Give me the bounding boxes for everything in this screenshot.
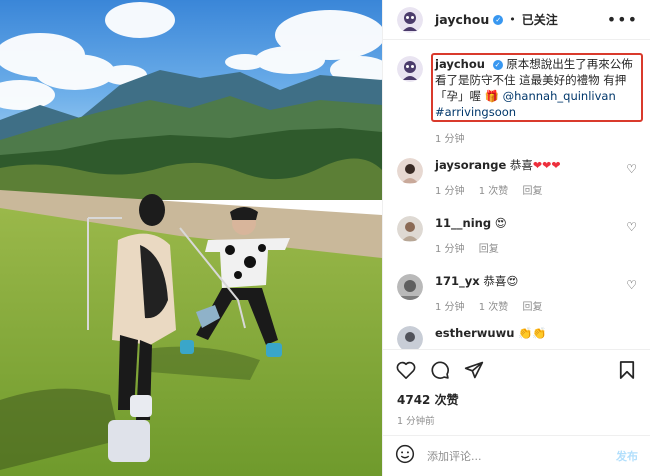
comments-section[interactable]: jaychou ✓ 原本想說出生了再來公佈 看了是防守不住 這最美好的禮物 有押… <box>383 40 650 349</box>
comment-avatar[interactable] <box>397 216 423 242</box>
comment-icon[interactable] <box>429 359 451 381</box>
more-icon[interactable]: ••• <box>607 10 638 29</box>
emoji-icon[interactable] <box>395 444 415 468</box>
comment-text: 恭喜 <box>483 274 507 288</box>
follow-status-button[interactable]: 已关注 <box>522 11 558 28</box>
action-bar <box>383 349 650 389</box>
comment-meta: 1 分钟 1 次赞 回复 <box>435 182 643 197</box>
comment-meta: 1 分钟 回复 <box>435 240 643 255</box>
comment-like-heart-icon[interactable]: ♡ <box>626 220 637 234</box>
comment-input[interactable]: 添加评论... <box>427 448 616 464</box>
clap-emoji-icon: 👏👏 <box>518 326 547 340</box>
reply-button[interactable]: 回复 <box>479 244 499 255</box>
avatar[interactable] <box>397 6 423 33</box>
gift-emoji-icon: 🎁 <box>484 89 499 103</box>
caption-username[interactable]: jaychou <box>435 57 485 71</box>
comment-item: 171_yx 恭喜😍 1 分钟 1 次赞 回复 ♡ <box>397 274 643 313</box>
verified-icon: ✓ <box>493 14 504 25</box>
comment-avatar[interactable] <box>397 274 423 300</box>
post-header: jaychou ✓ • 已关注 ••• <box>383 0 650 40</box>
post-view: jaychou ✓ • 已关注 ••• jaychou ✓ 原本想說出生了再來公… <box>0 0 650 476</box>
comment-item: jaysorange 恭喜❤❤❤ 1 分钟 1 次赞 回复 ♡ <box>397 158 643 197</box>
reply-button[interactable]: 回复 <box>522 302 542 313</box>
separator-dot: • <box>509 13 516 26</box>
comment-username[interactable]: 11__ning <box>435 216 491 230</box>
caption-text: jaychou ✓ 原本想說出生了再來公佈 看了是防守不住 這最美好的禮物 有押… <box>435 56 639 120</box>
comment-meta: 1 分钟 1 次赞 回复 <box>435 298 643 313</box>
comment-username[interactable]: jaysorange <box>435 158 506 172</box>
post-panel: jaychou ✓ • 已关注 ••• jaychou ✓ 原本想說出生了再來公… <box>382 0 650 476</box>
caption-avatar[interactable] <box>397 56 423 82</box>
comment-time: 1 分钟 <box>435 186 465 197</box>
reply-button[interactable]: 回复 <box>522 186 542 197</box>
comment-likes[interactable]: 1 次赞 <box>479 186 509 197</box>
comment-username[interactable]: estherwuwu <box>435 326 514 340</box>
caption: jaychou ✓ 原本想說出生了再來公佈 看了是防守不住 這最美好的禮物 有押… <box>397 56 639 120</box>
comment-text-line: 171_yx 恭喜😍 <box>435 274 643 289</box>
likes-count[interactable]: 4742 次赞 <box>383 389 650 408</box>
comment-time: 1 分钟 <box>435 244 465 255</box>
verified-icon: ✓ <box>492 60 503 70</box>
comment-avatar[interactable] <box>397 158 423 184</box>
comment-text-line: estherwuwu 👏👏 <box>435 326 643 341</box>
comment-item: estherwuwu 👏👏 <box>397 326 643 349</box>
post-comment-button[interactable]: 发布 <box>616 448 638 464</box>
photo-image <box>0 0 382 476</box>
smile-emoji-icon: 😍 <box>506 274 519 288</box>
add-comment-bar: 添加评论... 发布 <box>383 435 650 476</box>
share-icon[interactable] <box>463 359 485 381</box>
header-username[interactable]: jaychou <box>435 12 489 27</box>
post-photo[interactable] <box>0 0 382 476</box>
caption-mention-link[interactable]: @hannah_quinlivan <box>503 89 616 103</box>
comment-text: 恭喜 <box>509 158 533 172</box>
comment-text-line: jaysorange 恭喜❤❤❤ <box>435 158 643 173</box>
comment-avatar[interactable] <box>397 326 423 349</box>
bookmark-icon[interactable] <box>616 359 638 381</box>
heart-emoji-icon: ❤❤❤ <box>532 159 561 172</box>
comment-time: 1 分钟 <box>435 302 465 313</box>
comment-like-heart-icon[interactable]: ♡ <box>626 278 637 292</box>
comment-text-line: 11__ning 😍 <box>435 216 643 231</box>
comment-item: 11__ning 😍 1 分钟 回复 ♡ <box>397 216 643 255</box>
caption-hashtag-link[interactable]: #arrivingsoon <box>435 105 516 119</box>
smile-emoji-icon: 😍 <box>494 216 507 230</box>
comment-like-heart-icon[interactable]: ♡ <box>626 162 637 176</box>
heart-icon[interactable] <box>395 359 417 381</box>
comment-username[interactable]: 171_yx <box>435 274 480 288</box>
caption-time: 1 分钟 <box>435 134 465 145</box>
posted-time: 1 分钟前 <box>397 416 435 427</box>
comment-likes[interactable]: 1 次赞 <box>479 302 509 313</box>
